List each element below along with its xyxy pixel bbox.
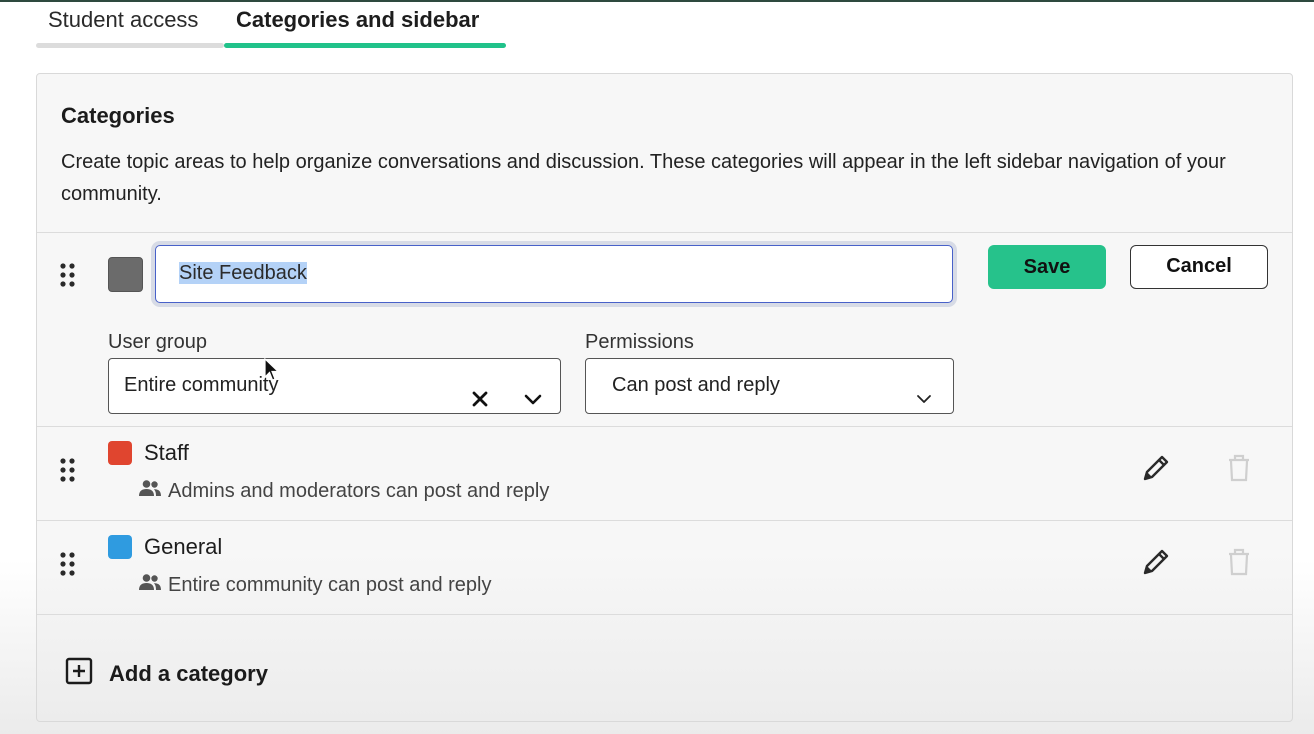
tab-categories-and-sidebar[interactable]: Categories and sidebar	[224, 6, 506, 48]
tab-indicator-active	[224, 43, 506, 48]
cancel-button[interactable]: Cancel	[1130, 245, 1268, 289]
tab-categories-label: Categories and sidebar	[236, 7, 480, 32]
panel-description: Create topic areas to help organize conv…	[61, 151, 1226, 205]
category-name-input[interactable]: Site Feedback	[155, 245, 953, 303]
chevron-down-icon[interactable]	[523, 376, 543, 429]
tab-indicator	[36, 43, 224, 48]
users-icon	[138, 479, 162, 503]
pencil-icon[interactable]	[1140, 546, 1172, 578]
category-permission: Admins and moderators can post and reply	[138, 479, 549, 503]
permissions-value: Can post and reply	[612, 374, 780, 396]
permission-text: Admins and moderators can post and reply	[168, 479, 550, 502]
category-color-swatch	[108, 535, 132, 559]
category-name: General	[144, 534, 223, 559]
drag-handle-icon[interactable]	[59, 263, 77, 287]
mouse-cursor-icon	[264, 357, 280, 387]
category-color-swatch	[108, 441, 132, 465]
pencil-icon[interactable]	[1140, 452, 1172, 484]
category-name: Staff	[144, 440, 189, 465]
tab-bar: Student access Categories and sidebar	[36, 6, 506, 50]
top-border	[0, 0, 1314, 2]
add-category-row: Add a category	[37, 616, 1292, 721]
category-row-staff: Staff Admins and moderators can post and…	[37, 427, 1292, 521]
user-group-value: Entire community	[124, 374, 279, 396]
user-group-select[interactable]: Entire community	[108, 358, 561, 414]
permission-text: Entire community can post and reply	[168, 573, 492, 596]
trash-icon[interactable]	[1223, 452, 1255, 484]
categories-panel: Categories Create topic areas to help or…	[36, 73, 1293, 722]
chevron-down-icon	[914, 376, 934, 429]
close-icon[interactable]	[471, 376, 489, 429]
tab-student-access[interactable]: Student access	[36, 6, 224, 48]
plus-square-icon	[65, 657, 93, 690]
add-category-label: Add a category	[109, 660, 268, 686]
panel-title: Categories	[61, 103, 175, 128]
category-edit-row: Site Feedback Save Cancel User group Ent…	[37, 233, 1292, 427]
drag-handle-icon[interactable]	[59, 552, 77, 576]
tab-student-access-label: Student access	[48, 7, 199, 32]
trash-icon[interactable]	[1223, 546, 1255, 578]
drag-handle-icon[interactable]	[59, 458, 77, 482]
panel-header: Categories Create topic areas to help or…	[37, 74, 1292, 233]
category-permission: Entire community can post and reply	[138, 573, 492, 597]
permissions-select[interactable]: Can post and reply	[585, 358, 954, 414]
category-color-picker[interactable]	[108, 257, 143, 292]
save-button[interactable]: Save	[988, 245, 1106, 289]
category-row-general: General Entire community can post and re…	[37, 521, 1292, 615]
user-group-label: User group	[108, 331, 207, 353]
selected-text: Site Feedback	[179, 262, 307, 284]
permissions-label: Permissions	[585, 331, 694, 353]
add-category-button[interactable]: Add a category	[65, 657, 268, 690]
users-icon	[138, 573, 162, 597]
